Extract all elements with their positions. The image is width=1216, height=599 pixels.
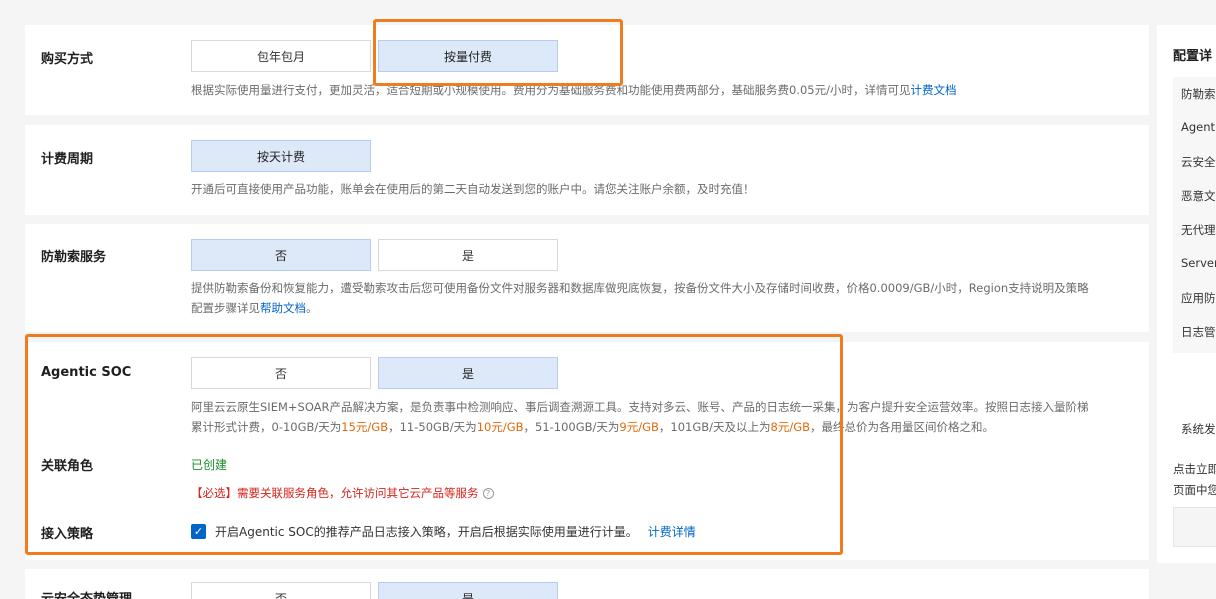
agentic-desc-c: ，51-100GB/天为 xyxy=(523,420,620,434)
agentic-description: 阿里云云原生SIEM+SOAR产品解决方案，是负责事中检测响应、事后调查溯源工具… xyxy=(191,397,1141,437)
ransomware-description: 提供防勒索备份和恢复能力，遭受勒索攻击后您可使用备份文件对服务器和数据库做兜底恢… xyxy=(191,278,1141,318)
config-item: 恶意文 xyxy=(1181,189,1216,203)
help-question-icon[interactable]: ? xyxy=(482,488,494,499)
option-daily-billing[interactable]: 按天计费 xyxy=(191,140,371,172)
role-required-text: 【必选】需要关联服务角色，允许访问其它云产品等服务 xyxy=(191,486,479,500)
role-required-note: 【必选】需要关联服务角色，允许访问其它云产品等服务? xyxy=(191,485,494,501)
billing-cycle-section: 计费周期 按天计费 开通后可直接使用产品功能，账单会在使用后的第二天自动发送到您… xyxy=(25,125,1149,215)
help-doc-link[interactable]: 帮助文档 xyxy=(260,301,306,315)
agentic-soc-label: Agentic SOC xyxy=(41,365,132,380)
price-tier-3: 9元/GB xyxy=(619,420,659,434)
policy-checkbox[interactable]: ✓ xyxy=(191,524,206,539)
role-status: 已创建 xyxy=(191,458,228,472)
panel-action-button[interactable] xyxy=(1173,507,1216,547)
access-policy-label: 接入策略 xyxy=(41,527,94,542)
billing-cycle-label: 计费周期 xyxy=(41,152,94,167)
agentic-desc-b: ，11-50GB/天为 xyxy=(388,420,477,434)
ransomware-section: 防勒索服务 否 是 提供防勒索备份和恢复能力，遭受勒索攻击后您可使用备份文件对服… xyxy=(25,224,1149,332)
config-detail-list: 防勒索 Agenti 云安全 恶意文 无代理 Server 应用防 日志管 xyxy=(1173,77,1216,353)
agentic-desc-d: ，101GB/天及以上为 xyxy=(658,420,771,434)
agentic-desc-a: 累计形式计费，0-10GB/天为 xyxy=(191,420,342,434)
option-pay-as-you-go[interactable]: 按量付费 xyxy=(378,40,558,72)
ransomware-desc-line1: 提供防勒索备份和恢复能力，遭受勒索攻击后您可使用备份文件对服务器和数据库做兜底恢… xyxy=(191,281,1089,295)
price-tier-4: 8元/GB xyxy=(770,420,811,434)
ransomware-option-no[interactable]: 否 xyxy=(191,239,371,271)
cspm-option-no[interactable]: 否 xyxy=(191,582,371,599)
config-item: 日志管 xyxy=(1181,325,1216,339)
billing-details-link[interactable]: 计费详情 xyxy=(648,525,696,539)
purchase-label: 购买方式 xyxy=(41,52,94,67)
config-item: 云安全 xyxy=(1181,155,1216,169)
ransomware-desc-suffix: 。 xyxy=(306,301,318,315)
config-item: 应用防 xyxy=(1181,291,1216,305)
ransomware-label: 防勒索服务 xyxy=(41,250,107,265)
price-tier-1: 15元/GB xyxy=(341,420,389,434)
linked-role-label: 关联角色 xyxy=(41,459,94,474)
agentic-soc-section: Agentic SOC 否 是 阿里云云原生SIEM+SOAR产品解决方案，是负… xyxy=(25,342,1149,560)
panel-note-line2: 页面中您 xyxy=(1173,483,1216,497)
billing-cycle-description: 开通后可直接使用产品功能，账单会在使用后的第二天自动发送到您的账户中。请您关注账… xyxy=(191,182,755,196)
purchase-desc-text: 根据实际使用量进行支付，更加灵活，适合短期或小规模使用。费用分为基础服务费和功能… xyxy=(191,83,911,97)
config-item: Server xyxy=(1181,256,1216,270)
cspm-option-yes[interactable]: 是 xyxy=(378,582,558,599)
billing-doc-link[interactable]: 计费文档 xyxy=(910,83,956,97)
config-detail-title: 配置详 xyxy=(1173,49,1213,64)
policy-description: 开启Agentic SOC的推荐产品日志接入策略，开启后根据实际使用量进行计量。 xyxy=(215,525,638,539)
config-detail-panel: 配置详 防勒索 Agenti 云安全 恶意文 无代理 Server 应用防 日志… xyxy=(1157,25,1216,563)
option-subscription[interactable]: 包年包月 xyxy=(191,40,371,72)
config-item: Agenti xyxy=(1181,120,1216,134)
price-tier-2: 10元/GB xyxy=(476,420,524,434)
purchase-section: 购买方式 包年包月 按量付费 根据实际使用量进行支付，更加灵活，适合短期或小规模… xyxy=(25,25,1149,115)
agentic-desc-line2: 累计形式计费，0-10GB/天为15元/GB，11-50GB/天为10元/GB，… xyxy=(191,417,1141,437)
purchase-description: 根据实际使用量进行支付，更加灵活，适合短期或小规模使用。费用分为基础服务费和功能… xyxy=(191,80,1141,100)
policy-text: 开启Agentic SOC的推荐产品日志接入策略，开启后根据实际使用量进行计量。… xyxy=(215,523,696,540)
cspm-label: 云安全态势管理 xyxy=(41,588,132,599)
agentic-desc-e: ，最终总价为各用量区间价格之和。 xyxy=(810,420,995,434)
agentic-option-yes[interactable]: 是 xyxy=(378,357,558,389)
cspm-section: 云安全态势管理 否 是 xyxy=(25,569,1149,599)
panel-note-line1: 点击立即 xyxy=(1173,462,1216,476)
top-strip xyxy=(0,0,1216,10)
config-item: 防勒索 xyxy=(1181,87,1216,101)
agentic-option-no[interactable]: 否 xyxy=(191,357,371,389)
config-item: 无代理 xyxy=(1181,223,1216,237)
ransomware-option-yes[interactable]: 是 xyxy=(378,239,558,271)
system-label: 系统发 xyxy=(1181,422,1216,436)
ransomware-desc-line2: 配置步骤详见帮助文档。 xyxy=(191,298,1141,318)
ransomware-desc-prefix: 配置步骤详见 xyxy=(191,301,260,315)
agentic-desc-line1: 阿里云云原生SIEM+SOAR产品解决方案，是负责事中检测响应、事后调查溯源工具… xyxy=(191,400,1089,414)
